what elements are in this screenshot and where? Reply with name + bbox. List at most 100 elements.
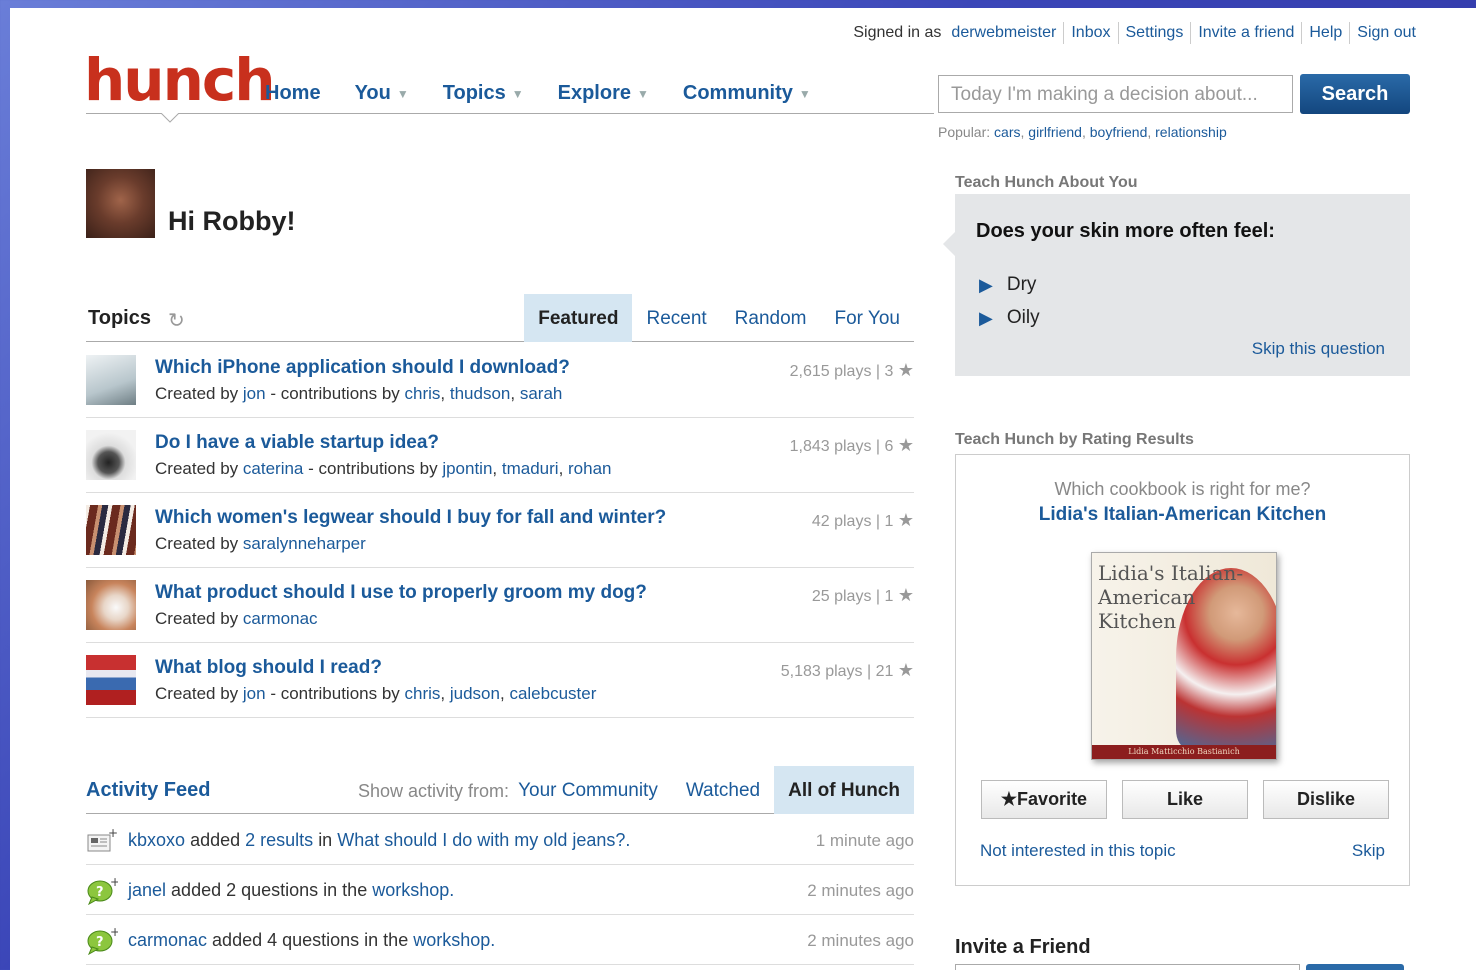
star-icon: ★ [897,660,914,680]
creator-link[interactable]: saralynneharper [243,534,366,553]
notch-indicator-icon [161,113,179,123]
contributor-link[interactable]: tmaduri [502,459,559,478]
topic-question-link[interactable]: Which iPhone application should I downlo… [155,357,570,379]
results-link[interactable]: 2 results [245,830,313,850]
star-icon: ★ [897,360,914,380]
svg-text:+: + [110,877,118,889]
topic-question-link[interactable]: What blog should I read? [155,657,382,679]
nav-explore[interactable]: Explore ▼ [558,82,649,105]
tab-all-of-hunch[interactable]: All of Hunch [774,766,914,814]
user-link[interactable]: kbxoxo [128,830,185,850]
signed-in-label: Signed in as [853,24,942,41]
contributor-link[interactable]: rohan [568,459,611,478]
topic-credits: Created by jon - contributions by chris,… [155,384,563,403]
topic-question-link[interactable]: Do I have a viable startup idea? [155,432,439,454]
hunch-logo[interactable]: hunch [84,46,276,114]
invite-button[interactable] [1306,964,1404,970]
divider [1349,22,1351,44]
answer-option-dry[interactable]: ▶ Dry [979,274,1036,296]
topic-question-link[interactable]: Which women's legwear should I buy for f… [155,507,666,529]
activity-text: carmonac added 4 questions in the worksh… [128,930,496,950]
username-link[interactable]: derwebmeister [951,24,1056,42]
creator-link[interactable]: jon [243,684,266,703]
contributor-link[interactable]: chris [405,684,441,703]
tab-random[interactable]: Random [721,294,821,342]
nav-home[interactable]: Home [265,82,321,105]
search-button[interactable]: Search [1300,74,1410,114]
invite-email-input[interactable] [955,964,1300,970]
rating-result-link[interactable]: Lidia's Italian-American Kitchen [956,504,1409,526]
nav-topics[interactable]: Topics ▼ [443,82,524,105]
plays-count: 42 plays [811,513,872,530]
questions-icon: ?+ [87,877,118,905]
dislike-button[interactable]: Dislike [1263,780,1389,819]
nav-community[interactable]: Community ▼ [683,82,811,105]
topic-thumbnail[interactable] [86,580,136,630]
not-interested-link[interactable]: Not interested in this topic [980,841,1176,861]
topic-thumbnail[interactable] [86,430,136,480]
user-link[interactable]: carmonac [128,930,207,950]
star-icon: ★ [897,585,914,605]
contributor-link[interactable]: chris [405,384,441,403]
topic-row: Do I have a viable startup idea? Created… [86,418,914,493]
results-icon: + [87,827,118,852]
topic-question-link[interactable]: What product should I use to properly gr… [155,582,647,604]
star-count: 1 [884,588,894,605]
sign-out-link[interactable]: Sign out [1357,24,1416,42]
star-icon: ★ [897,510,914,530]
workshop-link[interactable]: workshop [413,930,490,950]
favorite-button[interactable]: ★ Favorite [981,780,1107,819]
popular-link[interactable]: girlfriend [1028,124,1082,140]
contributions-label: - contributions by [270,684,400,703]
topic-credits: Created by saralynneharper [155,534,366,554]
contributor-link[interactable]: calebcuster [509,684,596,703]
created-by-label: Created by [155,684,239,703]
popular-link[interactable]: boyfriend [1090,124,1148,140]
popular-link[interactable]: relationship [1155,124,1227,140]
popular-searches: Popular: cars, girlfriend, boyfriend, re… [938,124,1227,140]
callout-arrow [943,232,955,256]
star-count: 21 [875,663,894,680]
plays-count: 25 plays [811,588,872,605]
nav-you[interactable]: You ▼ [355,82,409,105]
tab-featured[interactable]: Featured [524,294,633,342]
tab-recent[interactable]: Recent [632,294,720,342]
creator-link[interactable]: caterina [243,459,303,478]
refresh-icon[interactable]: ↻ [168,308,185,333]
search-input[interactable]: Today I'm making a decision about... [938,75,1293,113]
topic-credits: Created by caterina - contributions by j… [155,459,612,478]
workshop-link[interactable]: workshop [372,880,449,900]
tab-your-community[interactable]: Your Community [504,766,672,814]
book-cover-image[interactable]: Lidia's Italian-American Kitchen Lidia M… [1091,552,1277,760]
invite-friend-link[interactable]: Invite a friend [1198,24,1294,42]
creator-link[interactable]: jon [243,384,266,403]
contributor-link[interactable]: judson [450,684,500,703]
contributor-link[interactable]: thudson [450,384,511,403]
popular-link[interactable]: cars [994,124,1020,140]
skip-link[interactable]: Skip [1352,841,1385,861]
topic-thumbnail[interactable] [86,355,136,405]
skip-question-link[interactable]: Skip this question [1252,339,1385,359]
inbox-link[interactable]: Inbox [1071,24,1110,42]
tab-watched[interactable]: Watched [672,766,774,814]
activity-verb: added 4 questions in the [212,930,409,950]
popular-label: Popular: [938,124,991,140]
settings-link[interactable]: Settings [1126,24,1184,42]
help-link[interactable]: Help [1309,24,1342,42]
user-link[interactable]: janel [128,880,166,900]
tab-for-you[interactable]: For You [821,294,915,342]
topic-stats: 42 plays | 1 ★ [811,510,914,530]
creator-link[interactable]: carmonac [243,609,318,628]
contributor-link[interactable]: jpontin [442,459,492,478]
topic-thumbnail[interactable] [86,655,136,705]
contributor-link[interactable]: sarah [520,384,563,403]
topic-link[interactable]: What should I do with my old jeans? [337,830,625,850]
answer-option-oily[interactable]: ▶ Oily [979,307,1040,329]
activity-text: janel added 2 questions in the workshop. [128,880,455,900]
topic-thumbnail[interactable] [86,505,136,555]
rating-box: Which cookbook is right for me? Lidia's … [955,454,1410,886]
like-button[interactable]: Like [1122,780,1248,819]
topics-header: Topics ↻ Featured Recent Random For You [86,294,914,342]
favorite-label: Favorite [1017,789,1088,809]
avatar[interactable] [86,169,155,238]
